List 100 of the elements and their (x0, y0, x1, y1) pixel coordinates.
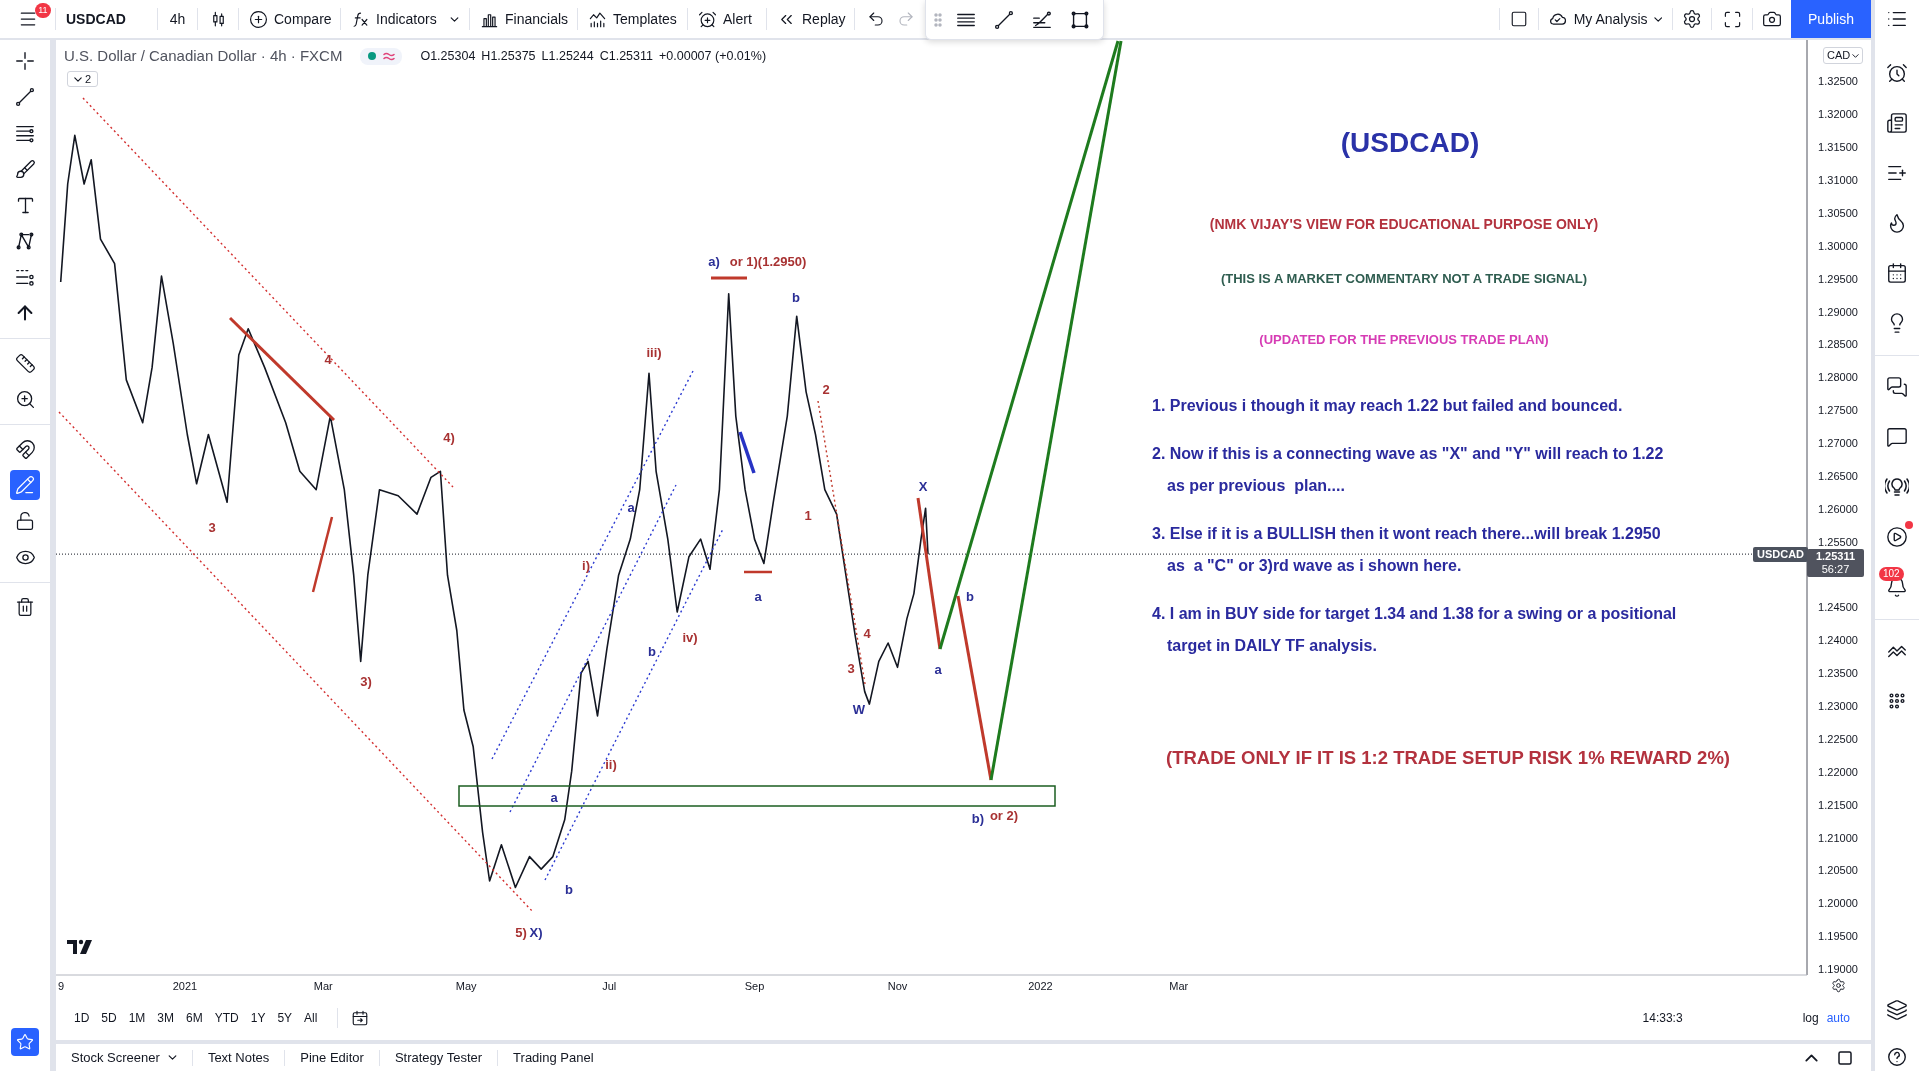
warning-text: (TRADE ONLY IF IT IS 1:2 TRADE SETUP RISK 1% REWARD 2%) (1166, 746, 1730, 770)
brush-icon (14, 158, 36, 180)
range-button[interactable]: 1Y (244, 1005, 272, 1030)
axis-settings-button[interactable] (1829, 976, 1847, 994)
scale-toggle[interactable]: log (1802, 1008, 1819, 1027)
time-axis-label: Mar (313, 980, 333, 992)
price-axis-label: 1.27000 (1818, 437, 1858, 450)
wave-label: iii) (646, 344, 662, 360)
help-icon (1886, 1046, 1908, 1068)
range-button[interactable]: 5Y (271, 1005, 299, 1030)
time-axis-label: 2021 (172, 980, 198, 992)
price-axis-label: 1.30000 (1818, 239, 1858, 252)
sidebar-button[interactable]: 102 (1878, 567, 1916, 607)
fullscreen-icon (1722, 9, 1742, 29)
range-button[interactable]: 1D (68, 1005, 96, 1030)
panel-tab[interactable]: Strategy Tester (379, 1044, 498, 1071)
logo-icon (66, 937, 94, 957)
wave-label: or 2) (989, 807, 1019, 823)
wave-label: 3 (208, 519, 216, 535)
panel-tab[interactable]: Trading Panel (498, 1044, 609, 1071)
price-axis-label: 1.30500 (1818, 206, 1858, 219)
symbol-search-button[interactable]: USDCAD (58, 3, 155, 35)
range-button[interactable]: YTD (208, 1005, 245, 1030)
disclaimer-text: (UPDATED FOR THE PREVIOUS TRADE PLAN) (1259, 331, 1549, 349)
undo-icon (867, 10, 885, 28)
symbol-price-tag: USDCAD (1753, 546, 1809, 562)
wave-label: a (934, 661, 942, 677)
price-axis-label: 1.23500 (1818, 667, 1858, 680)
alarm-clock-icon (698, 9, 717, 29)
wave-label: 4 (324, 351, 332, 367)
lock-open-icon (15, 511, 35, 531)
wave-label: b (792, 289, 800, 305)
panel-tab[interactable]: Stock Screener (56, 1044, 192, 1071)
disclaimer-text: (THIS IS A MARKET COMMENTARY NOT A TRADE SIGNAL) (1220, 270, 1588, 288)
wave-label: 2 (822, 381, 830, 397)
toolbar-button[interactable]: Financials (472, 3, 575, 35)
price-axis-label: 1.26500 (1818, 469, 1858, 482)
range-button[interactable]: 1M (122, 1005, 152, 1030)
range-button[interactable]: 3M (151, 1005, 181, 1030)
price-axis-label: 1.32000 (1818, 108, 1858, 121)
chat-bubbles-icon (1886, 376, 1908, 398)
square-icon (1510, 10, 1528, 28)
layout-menu-button[interactable]: My Analysis (1541, 3, 1670, 35)
time-axis-label: Jul (602, 980, 617, 992)
wave-label: a (754, 588, 762, 604)
range-button[interactable]: All (298, 1005, 324, 1030)
wave-label: ii) (605, 756, 617, 772)
trash-icon (15, 597, 35, 617)
currency-dropdown[interactable]: CAD (1823, 47, 1864, 64)
time-axis-label: 9 (57, 980, 65, 992)
interval-button[interactable]: 4h (160, 3, 195, 35)
price-axis-label: 1.29000 (1818, 305, 1858, 318)
crosshair-icon (14, 50, 36, 72)
price-axis-label: 1.29500 (1818, 272, 1858, 285)
price-axis-label: 1.24000 (1818, 634, 1858, 647)
newspaper-icon (1886, 112, 1908, 134)
wave-label: or 1)(1.2950) (729, 253, 807, 269)
toolbar-button[interactable]: Templates (580, 3, 685, 35)
scale-toggle[interactable]: auto (1826, 1008, 1850, 1027)
trend-line-icon (993, 8, 1015, 31)
price-axis-label: 1.23000 (1818, 700, 1858, 713)
wave-label: b) (971, 810, 985, 826)
clock-time: 14:33:3 (1642, 1009, 1683, 1027)
price-axis-label: 1.21000 (1818, 831, 1858, 844)
time-axis-label: Mar (1169, 980, 1189, 992)
toolbar-button[interactable]: Indicators (343, 3, 467, 35)
layers-icon (1886, 999, 1908, 1021)
wave-label: 3 (847, 660, 855, 676)
toolbar-button[interactable]: Alert (690, 3, 764, 35)
favorites-button[interactable] (11, 1028, 39, 1056)
lightbulb-waves-icon (1885, 475, 1909, 499)
publish-button[interactable]: Publish (1791, 0, 1871, 38)
range-button[interactable]: 6M (180, 1005, 209, 1030)
time-axis-label: May (455, 980, 477, 992)
chevron-up-icon (1804, 1053, 1818, 1062)
toolbar-button[interactable]: Replay (769, 3, 852, 35)
chat-bubble-icon (1886, 426, 1908, 448)
range-button[interactable]: 5D (95, 1005, 123, 1030)
calendar-icon (351, 1008, 370, 1027)
toolbar-button[interactable]: Compare (241, 3, 338, 35)
wave-label: 5) (515, 924, 527, 940)
wave-label: W (852, 701, 866, 717)
wave-label: 1 (804, 507, 812, 523)
price-axis-label: 1.27500 (1818, 404, 1858, 417)
panel-tab[interactable]: Pine Editor (285, 1044, 379, 1071)
collapse-button[interactable]: 2 (67, 71, 98, 87)
trend-line-icon (14, 86, 36, 108)
note-text: 3. Else if it is a BULLISH then it wont reach there...will break 1.2950 as a "C" or 3)rd wave as i shown here. (1152, 524, 1661, 576)
caret-icon (73, 76, 82, 82)
note-text: 2. Now if this is a connecting wave as "X" and "Y" will reach to 1.22 as per previous plan.... (1152, 444, 1664, 496)
wave-label: 3) (360, 673, 372, 689)
price-axis-label: 1.19500 (1818, 930, 1858, 943)
wave-label: b (565, 881, 573, 897)
wave-label: a (550, 789, 558, 805)
price-value: O1.25304 (420, 47, 476, 65)
status-dot-icon (367, 52, 376, 60)
notification-badge: 102 (1879, 567, 1904, 581)
panel-tab[interactable]: Text Notes (192, 1044, 285, 1071)
wave-label: i) (582, 557, 590, 573)
star-icon (16, 1033, 34, 1051)
